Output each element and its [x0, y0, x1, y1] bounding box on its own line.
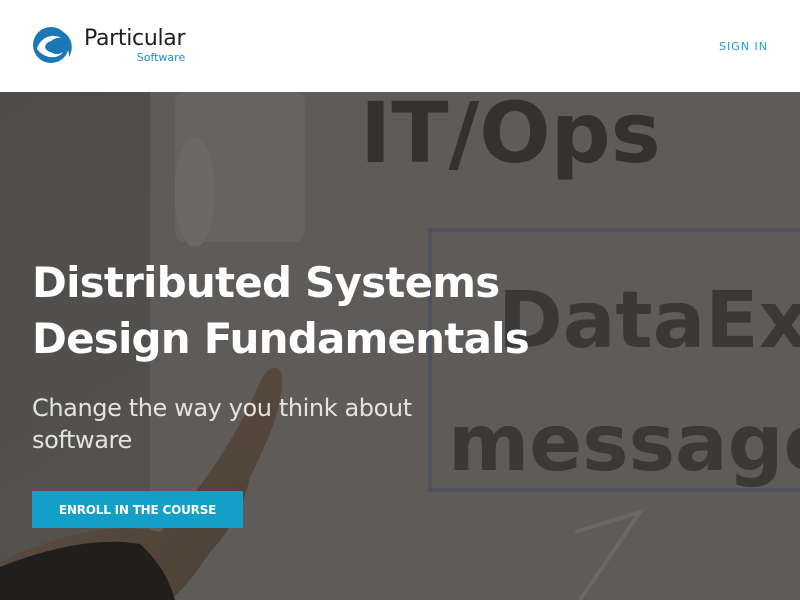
wave-logo-icon [33, 27, 72, 63]
logo-link[interactable]: Particular Software [31, 25, 186, 65]
hero-subtitle: Change the way you think about software [32, 394, 412, 454]
hero-title-line-2: Design Fundamentals [32, 314, 530, 363]
logo-subtitle: Software [136, 50, 186, 64]
logo-wordmark: Particular Software [84, 25, 186, 64]
enroll-course-button[interactable]: ENROLL IN THE COURSE [32, 491, 243, 528]
sign-in-link[interactable]: SIGN IN [719, 40, 768, 53]
hero-title-line-1: Distributed Systems [32, 258, 500, 307]
logo-name: Particular [84, 25, 186, 51]
hero-title: Distributed Systems Design Fundamentals [32, 255, 592, 367]
hero-banner: IT/Ops DataExpo message Distributed Syst… [0, 92, 800, 600]
site-header: Particular Software SIGN IN [0, 0, 800, 92]
